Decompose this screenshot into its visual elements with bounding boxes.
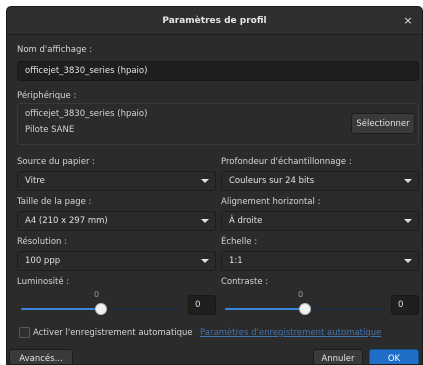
autosave-settings-link[interactable]: Paramètres d'enregistrement automatique xyxy=(200,328,381,338)
page-size-select[interactable]: A4 (210 x 297 mm) xyxy=(17,211,216,231)
display-name-label: Nom d'affichage : xyxy=(17,45,93,55)
chevron-down-icon xyxy=(404,219,412,223)
dialog-title: Paramètres de profil xyxy=(162,15,267,26)
autosave-checkbox[interactable] xyxy=(19,327,30,338)
paper-source-label: Source du papier : xyxy=(17,157,96,167)
contrast-slider-handle[interactable] xyxy=(299,303,311,315)
page-size-value: A4 (210 x 297 mm) xyxy=(25,216,108,226)
display-name-value: officejet_3830_series (hpaio) xyxy=(25,66,148,76)
chevron-down-icon xyxy=(201,259,209,263)
resolution-value: 100 ppp xyxy=(25,256,61,266)
contrast-spin-value: 0 xyxy=(398,300,404,310)
cancel-button[interactable]: Annuler xyxy=(313,349,363,364)
resolution-label: Résolution : xyxy=(17,237,67,247)
select-device-button[interactable]: Sélectionner xyxy=(351,113,415,134)
chevron-down-icon xyxy=(404,259,412,263)
titlebar: Paramètres de profil × xyxy=(7,7,422,35)
scale-select[interactable]: 1:1 xyxy=(221,251,419,271)
ok-button[interactable]: OK xyxy=(369,349,419,364)
contrast-label: Contraste : xyxy=(221,277,269,287)
brightness-label: Luminosité : xyxy=(17,277,70,287)
sample-depth-select[interactable]: Couleurs sur 24 bits xyxy=(221,171,419,191)
advanced-button[interactable]: Avancés... xyxy=(9,349,73,364)
brightness-slider-fill xyxy=(21,308,101,310)
chevron-down-icon xyxy=(201,179,209,183)
brightness-spin-value: 0 xyxy=(195,300,201,310)
page-size-label: Taille de la page : xyxy=(17,197,92,207)
brightness-spinbox[interactable]: 0 xyxy=(188,295,216,315)
contrast-slider-value: 0 xyxy=(298,290,304,299)
profile-settings-dialog: Paramètres de profil × Nom d'affichage :… xyxy=(6,6,423,365)
resolution-select[interactable]: 100 ppp xyxy=(17,251,216,271)
autosave-checkbox-label[interactable]: Activer l'enregistrement automatique xyxy=(33,328,193,338)
close-icon[interactable]: × xyxy=(400,13,416,29)
contrast-slider-fill xyxy=(225,308,305,310)
chevron-down-icon xyxy=(404,179,412,183)
display-name-input[interactable]: officejet_3830_series (hpaio) xyxy=(17,61,419,81)
chevron-down-icon xyxy=(201,219,209,223)
sample-depth-label: Profondeur d'échantillonnage : xyxy=(221,157,352,167)
device-name: officejet_3830_series (hpaio) xyxy=(25,109,148,119)
brightness-slider-value: 0 xyxy=(94,290,100,299)
horizontal-alignment-value: À droite xyxy=(229,216,263,226)
device-label: Périphérique : xyxy=(17,91,77,101)
scale-value: 1:1 xyxy=(229,256,243,266)
paper-source-select[interactable]: Vitre xyxy=(17,171,216,191)
sample-depth-value: Couleurs sur 24 bits xyxy=(229,176,315,186)
contrast-spinbox[interactable]: 0 xyxy=(391,295,419,315)
device-driver: Pilote SANE xyxy=(25,125,75,135)
paper-source-value: Vitre xyxy=(25,176,45,186)
horizontal-alignment-select[interactable]: À droite xyxy=(221,211,419,231)
brightness-slider-handle[interactable] xyxy=(95,303,107,315)
horizontal-alignment-label: Alignement horizontal : xyxy=(221,197,321,207)
scale-label: Échelle : xyxy=(221,237,258,247)
